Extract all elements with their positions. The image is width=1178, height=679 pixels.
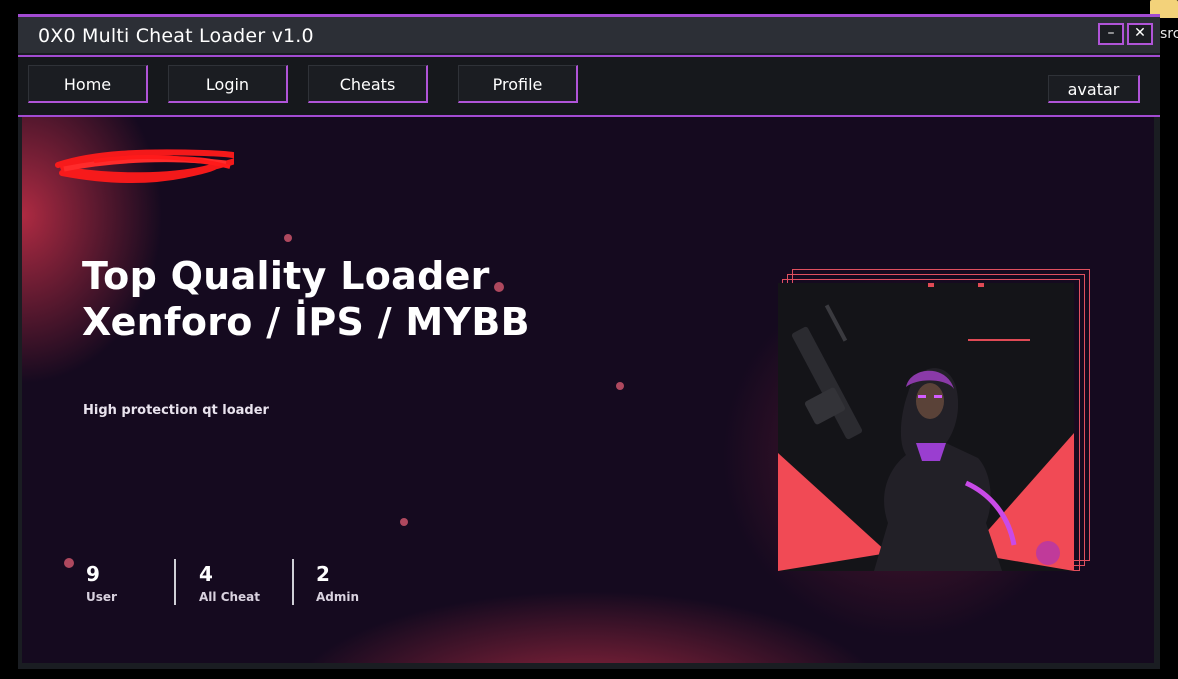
stat-cheats: 4 All Cheat xyxy=(199,563,260,604)
desktop-icon-label: src xyxy=(1160,26,1178,42)
stat-admins: 2 Admin xyxy=(316,563,359,604)
stat-divider xyxy=(292,559,294,605)
particle-dot xyxy=(400,518,408,526)
stat-users: 9 User xyxy=(86,563,117,604)
particle-dot xyxy=(64,558,74,568)
title-bar[interactable]: 0X0 Multi Cheat Loader v1.0 – ✕ xyxy=(18,17,1160,53)
particle-dot xyxy=(616,382,624,390)
nav-profile-button[interactable]: Profile xyxy=(458,65,578,103)
stat-divider xyxy=(174,559,176,605)
hero-section: Top Quality Loader Xenforo / İPS / MYBB … xyxy=(22,117,1154,663)
redacted-scribble xyxy=(55,149,234,184)
minimize-icon: – xyxy=(1107,25,1115,41)
minimize-button[interactable]: – xyxy=(1098,23,1124,45)
stat-label: Admin xyxy=(316,590,360,604)
stat-value: 4 xyxy=(199,562,213,586)
character-illustration xyxy=(778,283,1074,571)
stat-label: User xyxy=(86,590,117,604)
stat-label: All Cheat xyxy=(199,590,261,604)
window-title: 0X0 Multi Cheat Loader v1.0 xyxy=(38,25,314,47)
close-icon: ✕ xyxy=(1134,25,1146,41)
nav-home-button[interactable]: Home xyxy=(28,65,148,103)
hero-subtitle: High protection qt loader xyxy=(83,403,269,418)
character-artwork xyxy=(778,283,1074,571)
avatar-button[interactable]: avatar xyxy=(1048,75,1140,103)
particle-dot xyxy=(284,234,292,242)
close-button[interactable]: ✕ xyxy=(1127,23,1153,45)
stat-value: 9 xyxy=(86,562,100,586)
nav-bar: Home Login Cheats Profile avatar xyxy=(18,55,1160,117)
hero-headline: Top Quality Loader Xenforo / İPS / MYBB xyxy=(82,253,530,345)
nav-cheats-button[interactable]: Cheats xyxy=(308,65,428,103)
headline-line-2: Xenforo / İPS / MYBB xyxy=(82,300,530,344)
headline-line-1: Top Quality Loader xyxy=(82,254,490,298)
nav-login-button[interactable]: Login xyxy=(168,65,288,103)
stat-value: 2 xyxy=(316,562,330,586)
loader-window: 0X0 Multi Cheat Loader v1.0 – ✕ Home Log… xyxy=(18,14,1160,669)
